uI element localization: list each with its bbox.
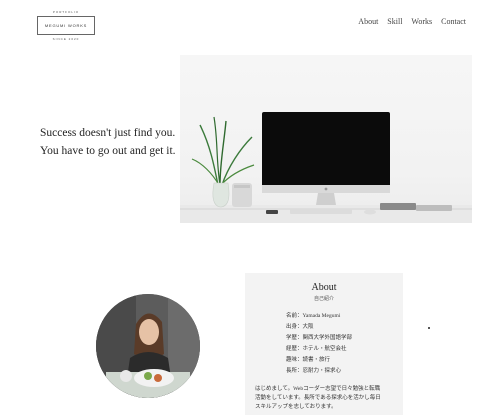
keyboard-icon	[290, 209, 352, 214]
hero-line-1: Success doesn't just find you.	[40, 127, 176, 139]
nav-about[interactable]: About	[358, 17, 378, 26]
logo-box: MEGUMI WORKS	[37, 16, 95, 35]
desk-illustration	[180, 112, 472, 223]
nav-skill[interactable]: Skill	[387, 17, 402, 26]
hero-line-2: You have to go out and get it.	[40, 145, 176, 157]
profile-item-education: 学歴：関西大学外国語学部	[286, 335, 353, 341]
profile-photo	[96, 294, 200, 398]
monitor-icon	[262, 112, 390, 205]
mouse-icon	[364, 209, 376, 215]
hero-image	[180, 55, 472, 223]
logo-bottom-text: SINCE 2020	[52, 37, 80, 41]
bio-line: 活動をしています。長所である探求心を活かし毎日	[255, 395, 381, 401]
profile-item-career: 経歴：ホテル・航空会社	[286, 346, 347, 352]
about-subtitle: 自己紹介	[313, 297, 334, 302]
main-nav: About Skill Works Contact	[358, 17, 466, 26]
bio-line: はじめまして。Webコーダー志望で日々勉強と転職	[255, 386, 381, 392]
logo-main-text: MEGUMI WORKS	[44, 23, 88, 28]
profile-list: 名前：Yamada Megumi 出身：大阪 学歴：関西大学外国語学部 経歴：ホ…	[286, 311, 352, 377]
site-logo[interactable]: PORTFOLIO MEGUMI WORKS SINCE 2020	[36, 10, 96, 41]
profile-item-name: 名前：Yamada Megumi	[286, 313, 341, 319]
nav-contact[interactable]: Contact	[441, 17, 466, 26]
profile-item-hobby: 趣味：読書・旅行	[286, 357, 331, 363]
bio-line: スキルアップを志しております。	[255, 404, 337, 410]
nav-works[interactable]: Works	[411, 17, 432, 26]
about-bio: はじめまして。Webコーダー志望で日々勉強と転職 活動をしています。長所である探…	[255, 385, 400, 412]
about-section: About 自己紹介 名前：Yamada Megumi 出身：大阪 学歴：関西大…	[245, 273, 403, 415]
logo-top-text: PORTFOLIO	[52, 10, 80, 14]
profile-item-strength: 長所：忍耐力・探求心	[286, 368, 342, 374]
about-title: About	[311, 282, 337, 293]
tablet-icon	[380, 203, 416, 210]
hero-tagline: Success doesn't just find you. You have …	[40, 124, 176, 160]
phone-icon	[266, 210, 278, 214]
person-illustration	[96, 294, 200, 398]
decorative-dot	[428, 327, 430, 329]
profile-item-origin: 出身：大阪	[286, 324, 314, 330]
